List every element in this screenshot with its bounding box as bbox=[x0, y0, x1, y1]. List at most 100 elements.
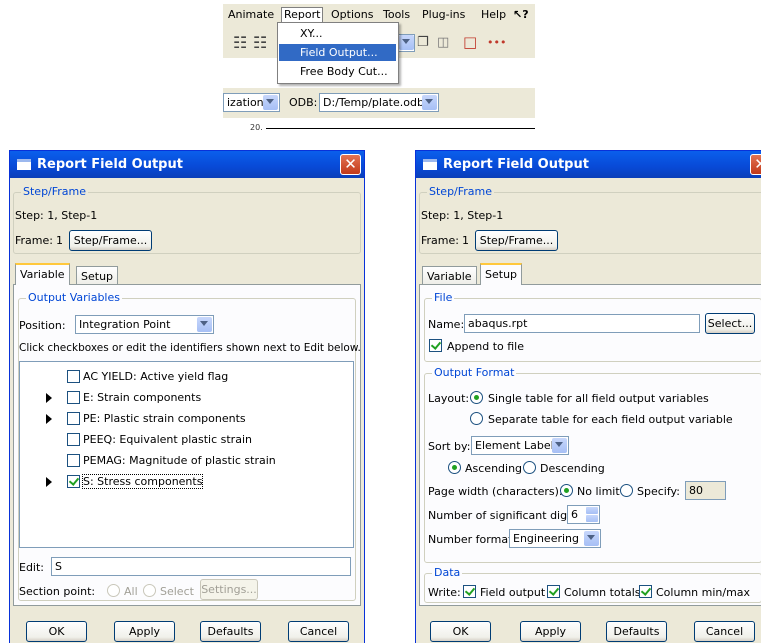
menu-help[interactable]: Help bbox=[481, 8, 506, 21]
ascending-radio[interactable] bbox=[448, 461, 461, 474]
dialog-titlebar: Report Field Output ✕ bbox=[10, 151, 364, 178]
list-item[interactable]: PE: Plastic strain components bbox=[20, 410, 350, 428]
apply-button[interactable]: Apply bbox=[114, 621, 175, 642]
menu-plugins[interactable]: Plug-ins bbox=[422, 8, 465, 21]
module-combo[interactable]: ization bbox=[223, 93, 280, 112]
report-field-output-dialog-variable: Report Field Output ✕ Step/Frame Step: 1… bbox=[9, 150, 365, 643]
file-name-field[interactable]: abaqus.rpt bbox=[464, 314, 700, 333]
list-item[interactable]: E: Strain components bbox=[20, 389, 350, 407]
close-icon[interactable]: ✕ bbox=[750, 154, 761, 175]
sort-by-label: Sort by: bbox=[428, 440, 471, 453]
tab-variable[interactable]: Variable bbox=[422, 266, 477, 286]
column-totals-label: Column totals bbox=[564, 586, 641, 599]
expand-arrow-icon[interactable] bbox=[46, 477, 52, 487]
checkbox-ac-yield[interactable] bbox=[67, 370, 80, 383]
section-select-radio[interactable] bbox=[143, 584, 156, 597]
column-totals-checkbox[interactable] bbox=[547, 585, 560, 598]
append-to-file-checkbox[interactable] bbox=[429, 339, 442, 352]
menu-item-xy[interactable]: XY... bbox=[279, 25, 396, 42]
no-limit-radio[interactable] bbox=[560, 484, 573, 497]
settings-button[interactable]: Settings... bbox=[200, 579, 258, 600]
ruler2-icon[interactable]: ☷ bbox=[253, 33, 267, 52]
menu-animate[interactable]: Animate bbox=[228, 8, 274, 21]
apply-button[interactable]: Apply bbox=[520, 621, 581, 642]
tab-variable[interactable]: Variable bbox=[15, 263, 70, 285]
chevron-down-icon bbox=[399, 35, 414, 50]
specify-radio[interactable] bbox=[620, 484, 633, 497]
sig-digits-spinner[interactable]: 6 bbox=[567, 505, 600, 524]
specify-width-field[interactable]: 80 bbox=[685, 481, 726, 500]
menu-tools[interactable]: Tools bbox=[383, 8, 410, 21]
checkbox-e[interactable] bbox=[67, 391, 80, 404]
layout-separate-radio[interactable] bbox=[470, 412, 483, 425]
checkbox-pe[interactable] bbox=[67, 412, 80, 425]
chevron-down-icon bbox=[552, 438, 567, 453]
section-all-label: All bbox=[124, 585, 138, 598]
chevron-down-icon bbox=[197, 317, 212, 332]
list-item[interactable]: S: Stress components bbox=[20, 473, 350, 491]
odb-label: ODB: bbox=[289, 96, 318, 109]
menu-item-field-output[interactable]: Field Output... bbox=[279, 44, 396, 61]
tab-setup[interactable]: Setup bbox=[480, 263, 523, 285]
menu-item-free-body-cut[interactable]: Free Body Cut... bbox=[279, 63, 396, 80]
edit-field[interactable]: S bbox=[51, 557, 351, 576]
section-select-label: Select bbox=[160, 585, 194, 598]
output-format-group-title: Output Format bbox=[432, 366, 517, 379]
position-combo[interactable]: Integration Point bbox=[75, 315, 214, 334]
select-button[interactable]: Select... bbox=[705, 313, 755, 334]
ok-button[interactable]: OK bbox=[26, 621, 87, 642]
spinner-arrows-icon[interactable] bbox=[586, 507, 598, 522]
descending-radio[interactable] bbox=[523, 461, 536, 474]
number-format-combo[interactable]: Engineering bbox=[509, 529, 601, 548]
instructions-text: Click checkboxes or edit the identifiers… bbox=[19, 342, 361, 354]
setup-tab-panel: File Name: abaqus.rpt Select... Append t… bbox=[419, 284, 761, 606]
list-item[interactable]: PEEQ: Equivalent plastic strain bbox=[20, 431, 350, 449]
variable-label: AC YIELD: Active yield flag bbox=[83, 370, 229, 383]
odb-combo[interactable]: D:/Temp/plate.odb bbox=[319, 93, 439, 112]
cancel-button[interactable]: Cancel bbox=[694, 621, 755, 642]
layout-single-label: Single table for all field output variab… bbox=[488, 392, 709, 405]
chevron-down-icon bbox=[263, 95, 278, 110]
overlay-icon[interactable]: ◫ bbox=[437, 35, 449, 50]
expand-arrow-icon[interactable] bbox=[46, 414, 52, 424]
list-item[interactable]: PEMAG: Magnitude of plastic strain bbox=[20, 452, 350, 470]
step-frame-button[interactable]: Step/Frame... bbox=[69, 230, 152, 251]
defaults-button[interactable]: Defaults bbox=[200, 621, 261, 642]
chevron-down-icon bbox=[422, 95, 437, 110]
report-menu-dropdown: XY... Field Output... Free Body Cut... bbox=[277, 22, 399, 84]
list-item[interactable]: AC YIELD: Active yield flag bbox=[20, 368, 350, 386]
menu-options[interactable]: Options bbox=[331, 8, 373, 21]
checkbox-peeq[interactable] bbox=[67, 433, 80, 446]
sig-digits-label: Number of significant digits: bbox=[428, 509, 584, 522]
ruler-icon[interactable]: ☷ bbox=[233, 33, 247, 52]
close-icon[interactable]: ✕ bbox=[340, 154, 361, 175]
ok-button[interactable]: OK bbox=[430, 621, 491, 642]
field-output-checkbox[interactable] bbox=[463, 585, 476, 598]
copy-icon[interactable]: ❐ bbox=[417, 35, 429, 50]
layout-single-radio[interactable] bbox=[470, 391, 483, 404]
page-width-label: Page width (characters): bbox=[428, 485, 563, 498]
frame-label: Frame: bbox=[15, 234, 53, 247]
chevron-down-icon bbox=[584, 531, 599, 546]
checkbox-pemag[interactable] bbox=[67, 454, 80, 467]
output-variables-list[interactable]: AC YIELD: Active yield flag E: Strain co… bbox=[19, 361, 354, 548]
column-minmax-checkbox[interactable] bbox=[639, 585, 652, 598]
sort-by-combo[interactable]: Element Label bbox=[471, 436, 569, 455]
tab-setup[interactable]: Setup bbox=[76, 266, 119, 286]
cancel-button[interactable]: Cancel bbox=[288, 621, 349, 642]
probe-box-icon[interactable]: □ bbox=[463, 33, 477, 51]
path-points-icon[interactable]: ••• bbox=[487, 36, 506, 49]
append-to-file-label: Append to file bbox=[447, 340, 524, 353]
position-label: Position: bbox=[19, 319, 66, 332]
section-all-radio[interactable] bbox=[107, 584, 120, 597]
expand-arrow-icon[interactable] bbox=[46, 393, 52, 403]
defaults-button[interactable]: Defaults bbox=[606, 621, 667, 642]
variable-label: S: Stress components bbox=[81, 474, 204, 489]
step-frame-button[interactable]: Step/Frame... bbox=[475, 230, 558, 251]
plot-axis-line bbox=[266, 128, 535, 129]
toolbar-dropdown[interactable] bbox=[397, 34, 415, 52]
whats-this-help-icon[interactable]: ↖? bbox=[513, 8, 529, 21]
report-field-output-dialog-setup: Report Field Output ✕ Step/Frame Step: 1… bbox=[415, 150, 761, 643]
variable-label: PEEQ: Equivalent plastic strain bbox=[83, 433, 252, 446]
checkbox-s[interactable] bbox=[67, 475, 80, 488]
